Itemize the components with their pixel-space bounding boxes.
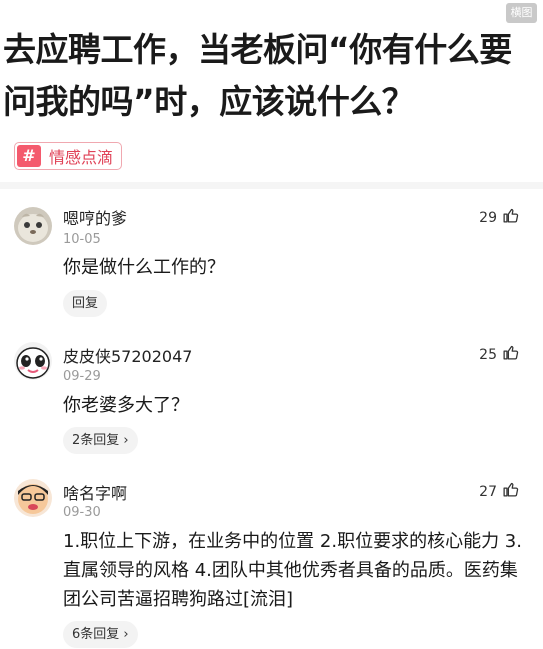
comment-item: 啥名字啊 09-30 27 1.职位上下游，在业务中的位置 2.职位要求的核心能…	[0, 464, 543, 649]
comment-text: 1.职位上下游，在业务中的位置 2.职位要求的核心能力 3.直属领导的风格 4.…	[63, 531, 522, 610]
comment-item: 嗯哼的爹 10-05 29 你是做什么工作的？ 回复	[0, 189, 543, 329]
comment-username[interactable]: 皮皮侠57202047	[63, 343, 192, 367]
like-count: 29	[479, 209, 497, 226]
avatar[interactable]	[14, 342, 52, 380]
thumbs-up-icon	[502, 344, 519, 365]
like-count: 27	[479, 483, 497, 500]
reply-button[interactable]: 回复	[63, 290, 108, 317]
comment-date: 09-29	[63, 369, 101, 384]
avatar[interactable]	[14, 479, 52, 517]
thumbs-up-icon	[502, 207, 519, 228]
thumbs-up-icon	[502, 481, 519, 502]
like-button[interactable]: 27	[479, 481, 519, 502]
comment-username[interactable]: 嗯哼的爹	[63, 205, 127, 229]
section-divider	[0, 182, 543, 189]
comment-text: 你老婆多大了？	[63, 395, 189, 416]
replies-button[interactable]: 6条回复 ›	[63, 621, 138, 648]
avatar[interactable]	[14, 207, 52, 245]
replies-button[interactable]: 2条回复 ›	[63, 427, 138, 454]
hash-icon: #	[17, 145, 41, 167]
like-button[interactable]: 25	[479, 344, 519, 365]
topic-tag-label: 情感点滴	[49, 148, 114, 167]
like-count: 25	[479, 346, 497, 363]
landscape-image-badge[interactable]: 横图	[506, 3, 537, 23]
comment-username[interactable]: 啥名字啊	[63, 480, 127, 504]
comment-date: 09-30	[63, 505, 101, 520]
comment-date: 10-05	[63, 232, 101, 247]
comment-item: 皮皮侠57202047 09-29 25 你老婆多大了？ 2条回复 ›	[0, 329, 543, 464]
topic-tag[interactable]: # 情感点滴	[14, 142, 123, 170]
question-title: 去应聘工作，当老板问“你有什么要问我的吗”时，应该说什么？	[3, 30, 512, 121]
like-button[interactable]: 29	[479, 207, 519, 228]
comment-text: 你是做什么工作的？	[63, 257, 225, 278]
